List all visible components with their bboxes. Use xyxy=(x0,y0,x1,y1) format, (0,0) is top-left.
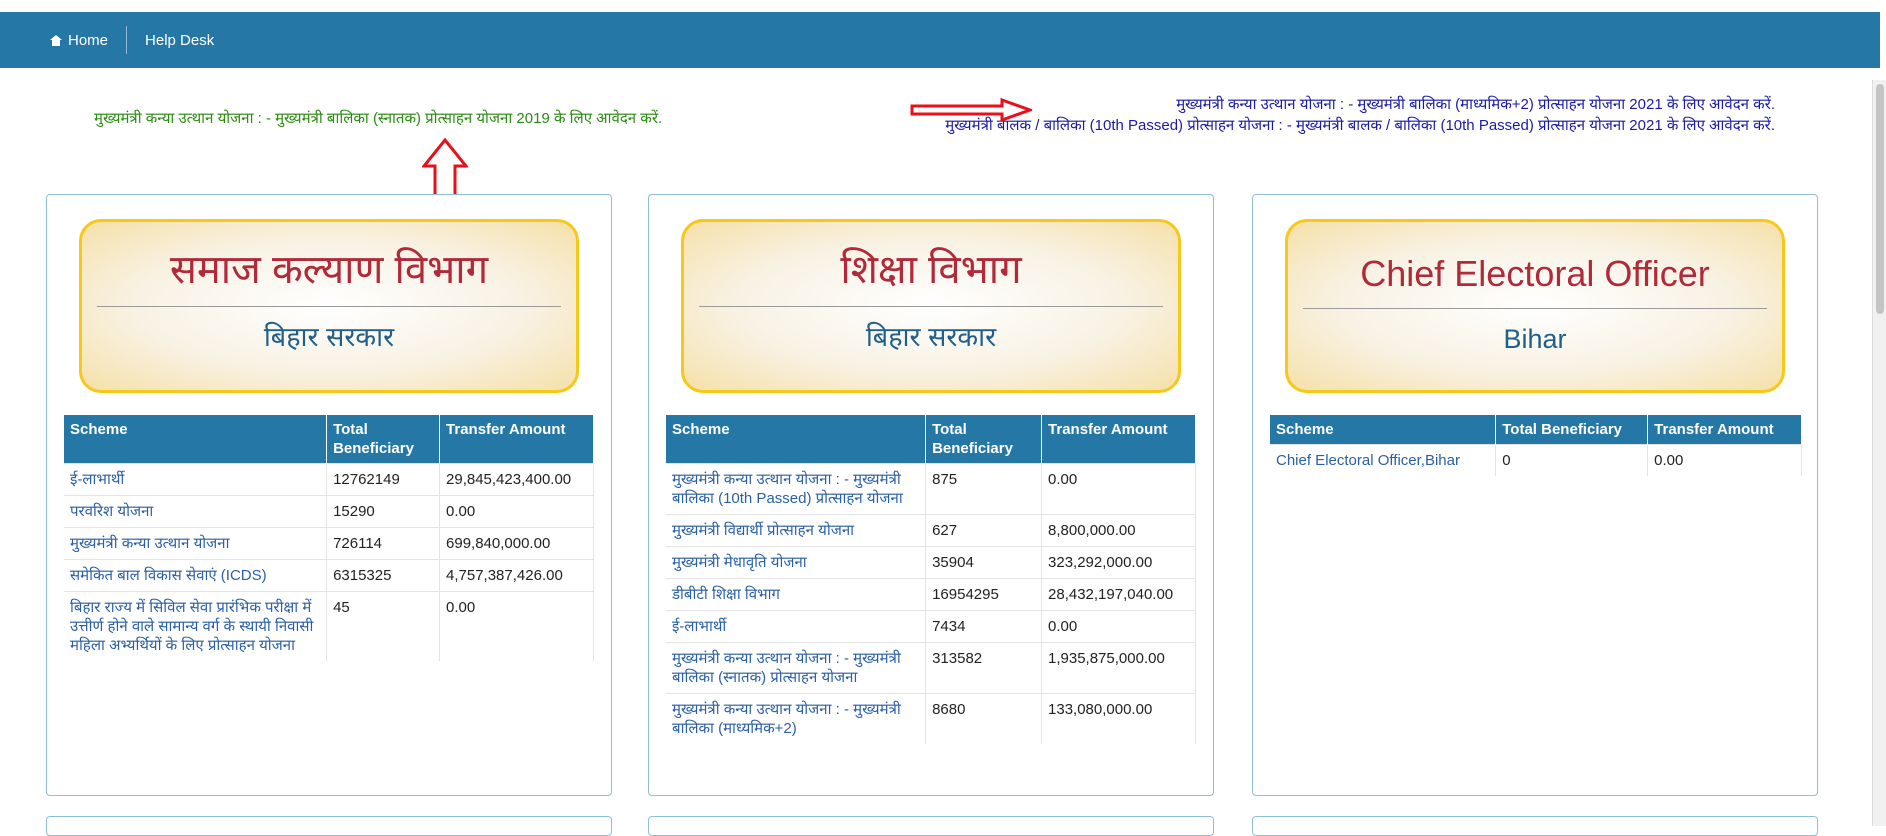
cell-beneficiary: 6315325 xyxy=(326,559,441,592)
scheme-table: Scheme Total Beneficiary Transfer Amount… xyxy=(666,415,1196,744)
cell-beneficiary: 15290 xyxy=(326,495,441,528)
cell-amount: 699,840,000.00 xyxy=(439,527,594,560)
cell-scheme: समेकित बाल विकास सेवाएं (ICDS) xyxy=(64,559,328,592)
panel-samaj-kalyan: समाज कल्याण विभाग बिहार सरकार Scheme Tot… xyxy=(46,194,612,796)
cell-beneficiary: 726114 xyxy=(326,527,441,560)
top-navbar: Home Help Desk xyxy=(0,12,1880,68)
cell-beneficiary: 16954295 xyxy=(925,578,1043,611)
nav-home-label: Home xyxy=(68,31,109,49)
department-title: समाज कल्याण विभाग xyxy=(169,248,489,292)
table-row: मुख्यमंत्री कन्या उत्थान योजना : - मुख्य… xyxy=(666,463,1196,515)
panel-shiksha: शिक्षा विभाग बिहार सरकार Scheme Total Be… xyxy=(648,194,1214,796)
table-row: Chief Electoral Officer,Bihar 0 0.00 xyxy=(1270,444,1802,476)
scheme-table: Scheme Total Beneficiary Transfer Amount… xyxy=(64,415,594,661)
top-strip xyxy=(0,0,1886,12)
logo-divider xyxy=(97,306,561,307)
cell-amount: 8,800,000.00 xyxy=(1041,514,1196,547)
cell-beneficiary: 0 xyxy=(1495,444,1649,476)
apply-snatak-link[interactable]: मुख्यमंत्री कन्या उत्थान योजना : - मुख्य… xyxy=(94,108,774,129)
cell-amount: 323,292,000.00 xyxy=(1041,546,1196,579)
panel-chief-electoral-officer: Chief Electoral Officer Bihar Scheme Tot… xyxy=(1252,194,1818,796)
cell-scheme: मुख्यमंत्री मेधावृति योजना xyxy=(666,546,927,579)
cell-scheme: मुख्यमंत्री कन्या उत्थान योजना : - मुख्य… xyxy=(666,693,927,744)
home-icon xyxy=(50,34,62,46)
cell-beneficiary: 7434 xyxy=(925,610,1043,643)
header-amount: Transfer Amount xyxy=(1647,415,1802,445)
department-subtitle: बिहार सरकार xyxy=(865,322,997,352)
cell-scheme: परवरिश योजना xyxy=(64,495,328,528)
right-arrow-icon xyxy=(910,98,1032,122)
cell-amount: 133,080,000.00 xyxy=(1041,693,1196,744)
page-scrollbar[interactable] xyxy=(1872,80,1886,826)
table-row: मुख्यमंत्री विद्यार्थी प्रोत्साहन योजना … xyxy=(666,514,1196,547)
table-row: मुख्यमंत्री मेधावृति योजना 35904 323,292… xyxy=(666,546,1196,579)
logo-divider xyxy=(1303,308,1767,309)
panel-bottom-1 xyxy=(46,816,612,836)
department-logo[interactable]: समाज कल्याण विभाग बिहार सरकार xyxy=(79,219,579,393)
cell-amount: 4,757,387,426.00 xyxy=(439,559,594,592)
header-scheme: Scheme xyxy=(666,415,927,464)
table-row: मुख्यमंत्री कन्या उत्थान योजना 726114 69… xyxy=(64,527,594,560)
department-logo[interactable]: Chief Electoral Officer Bihar xyxy=(1285,219,1785,393)
department-title: Chief Electoral Officer xyxy=(1360,253,1710,294)
table-header-row: Scheme Total Beneficiary Transfer Amount xyxy=(666,415,1196,464)
cell-beneficiary: 627 xyxy=(925,514,1043,547)
table-header-row: Scheme Total Beneficiary Transfer Amount xyxy=(1270,415,1802,445)
table-row: बिहार राज्य में सिविल सेवा प्रारंभिक परी… xyxy=(64,591,594,661)
cell-amount: 0.00 xyxy=(1041,610,1196,643)
cell-scheme: ई-लाभार्थी xyxy=(666,610,927,643)
cell-scheme: बिहार राज्य में सिविल सेवा प्रारंभिक परी… xyxy=(64,591,328,661)
cell-beneficiary: 313582 xyxy=(925,642,1043,694)
cell-beneficiary: 35904 xyxy=(925,546,1043,579)
cell-scheme: मुख्यमंत्री कन्या उत्थान योजना xyxy=(64,527,328,560)
department-title: शिक्षा विभाग xyxy=(840,248,1022,292)
header-beneficiary: Total Beneficiary xyxy=(925,415,1043,464)
table-row: समेकित बाल विकास सेवाएं (ICDS) 6315325 4… xyxy=(64,559,594,592)
header-beneficiary: Total Beneficiary xyxy=(326,415,441,464)
scheme-table: Scheme Total Beneficiary Transfer Amount… xyxy=(1270,415,1802,476)
table-header-row: Scheme Total Beneficiary Transfer Amount xyxy=(64,415,594,464)
nav-helpdesk-label: Help Desk xyxy=(145,31,215,49)
cell-beneficiary: 875 xyxy=(925,463,1043,515)
header-beneficiary: Total Beneficiary xyxy=(1495,415,1649,445)
panel-bottom-2 xyxy=(648,816,1214,836)
cell-amount: 1,935,875,000.00 xyxy=(1041,642,1196,694)
header-amount: Transfer Amount xyxy=(439,415,594,464)
cell-beneficiary: 8680 xyxy=(925,693,1043,744)
cell-scheme: मुख्यमंत्री कन्या उत्थान योजना : - मुख्य… xyxy=(666,463,927,515)
table-row: ई-लाभार्थी 7434 0.00 xyxy=(666,610,1196,643)
table-row: परवरिश योजना 15290 0.00 xyxy=(64,495,594,528)
panel-bottom-3 xyxy=(1252,816,1818,836)
cell-beneficiary: 45 xyxy=(326,591,441,661)
header-amount: Transfer Amount xyxy=(1041,415,1196,464)
header-scheme: Scheme xyxy=(1270,415,1497,445)
cell-amount: 0.00 xyxy=(1647,444,1802,476)
cell-amount: 29,845,423,400.00 xyxy=(439,463,594,496)
cell-scheme: Chief Electoral Officer,Bihar xyxy=(1270,444,1497,476)
cell-scheme: मुख्यमंत्री कन्या उत्थान योजना : - मुख्य… xyxy=(666,642,927,694)
department-subtitle: Bihar xyxy=(1503,324,1567,354)
nav-home-link[interactable]: Home xyxy=(50,32,108,49)
cell-scheme: मुख्यमंत्री विद्यार्थी प्रोत्साहन योजना xyxy=(666,514,927,547)
cell-beneficiary: 12762149 xyxy=(326,463,441,496)
scrollbar-thumb[interactable] xyxy=(1876,84,1884,314)
cell-amount: 0.00 xyxy=(439,495,594,528)
table-row: मुख्यमंत्री कन्या उत्थान योजना : - मुख्य… xyxy=(666,693,1196,744)
department-subtitle: बिहार सरकार xyxy=(263,322,395,352)
cell-scheme: डीबीटी शिक्षा विभाग xyxy=(666,578,927,611)
nav-helpdesk-link[interactable]: Help Desk xyxy=(145,32,214,49)
nav-divider xyxy=(126,26,128,54)
table-row: मुख्यमंत्री कन्या उत्थान योजना : - मुख्य… xyxy=(666,642,1196,694)
cell-scheme: ई-लाभार्थी xyxy=(64,463,328,496)
cell-amount: 28,432,197,040.00 xyxy=(1041,578,1196,611)
department-logo[interactable]: शिक्षा विभाग बिहार सरकार xyxy=(681,219,1181,393)
cell-amount: 0.00 xyxy=(1041,463,1196,515)
cell-amount: 0.00 xyxy=(439,591,594,661)
table-row: डीबीटी शिक्षा विभाग 16954295 28,432,197,… xyxy=(666,578,1196,611)
header-scheme: Scheme xyxy=(64,415,328,464)
table-row: ई-लाभार्थी 12762149 29,845,423,400.00 xyxy=(64,463,594,496)
logo-divider xyxy=(699,306,1163,307)
announcement-left: मुख्यमंत्री कन्या उत्थान योजना : - मुख्य… xyxy=(94,108,774,129)
